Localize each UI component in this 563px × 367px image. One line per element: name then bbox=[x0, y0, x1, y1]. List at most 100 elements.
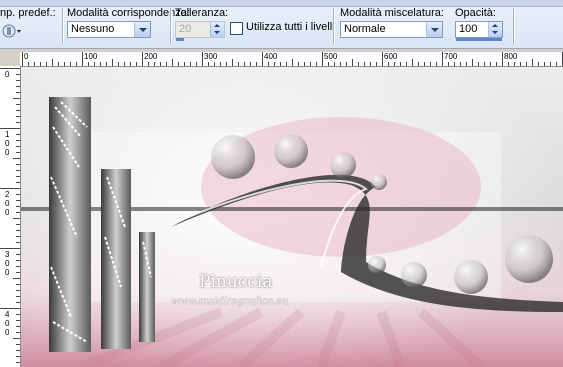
vertical-ruler: 0 100 200 300 400 bbox=[0, 66, 21, 367]
ruler-tick bbox=[466, 62, 467, 66]
ruler-label: 700 bbox=[444, 52, 458, 61]
ruler-label: 200 bbox=[5, 190, 10, 217]
tolerance-slider-indicator[interactable] bbox=[176, 38, 184, 41]
ruler-tick bbox=[166, 62, 167, 66]
ruler-tick bbox=[16, 182, 20, 183]
ruler-tick bbox=[154, 62, 155, 66]
ruler-tick bbox=[16, 266, 20, 267]
opacity-value: 100 bbox=[459, 23, 478, 35]
chevron-down-icon[interactable] bbox=[426, 22, 442, 37]
ruler-label: 100 bbox=[5, 130, 10, 157]
ruler-label: 0 bbox=[24, 52, 29, 61]
ruler-tick bbox=[316, 62, 317, 66]
ruler-tick bbox=[532, 59, 533, 66]
tolerance-value: 20 bbox=[179, 23, 192, 35]
ruler-tick bbox=[514, 62, 515, 66]
ruler-tick bbox=[148, 62, 149, 66]
ruler-tick bbox=[94, 62, 95, 66]
ruler-tick bbox=[490, 62, 491, 66]
ruler-tick bbox=[16, 206, 20, 207]
ruler-tick bbox=[190, 62, 191, 66]
ruler-label: 500 bbox=[324, 52, 338, 61]
ruler-tick bbox=[382, 52, 383, 66]
ruler-tick bbox=[16, 314, 20, 315]
spinner-arrows-icon[interactable] bbox=[488, 22, 502, 37]
ruler-tick bbox=[280, 62, 281, 66]
ruler-tick bbox=[184, 62, 185, 66]
opacity-slider-indicator[interactable] bbox=[456, 38, 502, 41]
ruler-tick bbox=[358, 62, 359, 66]
ruler-tick bbox=[16, 350, 20, 351]
ruler-tick bbox=[16, 230, 20, 231]
ruler-tick bbox=[13, 218, 20, 219]
ruler-tick bbox=[16, 122, 20, 123]
ruler-tick bbox=[34, 62, 35, 66]
ruler-label: 800 bbox=[504, 52, 518, 61]
ruler-tick bbox=[352, 59, 353, 66]
ruler-tick bbox=[16, 80, 20, 81]
ruler-tick bbox=[16, 236, 20, 237]
ruler-tick bbox=[430, 62, 431, 66]
ruler-tick bbox=[502, 52, 503, 66]
ruler-tick bbox=[16, 344, 20, 345]
image-canvas[interactable]: Pinuccia www.maidiregrafica.eu bbox=[21, 67, 563, 367]
ruler-tick bbox=[16, 200, 20, 201]
ruler-tick bbox=[16, 152, 20, 153]
tolerance-spinner[interactable]: 20 bbox=[175, 21, 225, 38]
preset-label: np. predef.: bbox=[0, 7, 56, 19]
ruler-tick bbox=[496, 62, 497, 66]
ruler-tick bbox=[16, 104, 20, 105]
ruler-tick bbox=[76, 62, 77, 66]
ruler-tick bbox=[124, 62, 125, 66]
ruler-tick bbox=[16, 224, 20, 225]
ruler-tick bbox=[304, 62, 305, 66]
ruler-tick bbox=[232, 59, 233, 66]
ruler-tick bbox=[322, 52, 323, 66]
ruler-tick bbox=[16, 170, 20, 171]
ruler-tick bbox=[334, 62, 335, 66]
ruler-tick bbox=[388, 62, 389, 66]
toolbar-top-strip bbox=[0, 0, 563, 7]
ruler-tick bbox=[226, 62, 227, 66]
chevron-down-icon[interactable] bbox=[134, 22, 150, 37]
spinner-arrows-icon[interactable] bbox=[210, 22, 224, 37]
ruler-tick bbox=[16, 134, 20, 135]
ruler-tick bbox=[214, 62, 215, 66]
ruler-tick bbox=[196, 62, 197, 66]
ruler-tick bbox=[16, 140, 20, 141]
ruler-tick bbox=[238, 62, 239, 66]
ruler-tick bbox=[400, 62, 401, 66]
ruler-tick bbox=[16, 332, 20, 333]
ruler-tick bbox=[16, 92, 20, 93]
ruler-tick bbox=[112, 59, 113, 66]
ruler-tick bbox=[130, 62, 131, 66]
ruler-label: 300 bbox=[204, 52, 218, 61]
ruler-tick bbox=[16, 356, 20, 357]
ruler-corner bbox=[0, 52, 20, 66]
all-layers-checkbox[interactable] bbox=[230, 22, 243, 35]
ruler-tick bbox=[454, 62, 455, 66]
all-layers-label: Utilizza tutti i livelli bbox=[246, 21, 335, 33]
ruler-tick bbox=[550, 62, 551, 66]
ruler-tick bbox=[16, 362, 20, 363]
ruler-tick bbox=[556, 62, 557, 66]
ruler-tick bbox=[106, 62, 107, 66]
ruler-tick bbox=[16, 194, 20, 195]
opacity-spinner[interactable]: 100 bbox=[455, 21, 503, 38]
ruler-label: 200 bbox=[144, 52, 158, 61]
ruler-tick bbox=[424, 62, 425, 66]
ruler-tick bbox=[16, 146, 20, 147]
match-mode-select[interactable]: Nessuno bbox=[67, 21, 151, 38]
ruler-tick bbox=[220, 62, 221, 66]
tool-options-bar: np. predef.: Modalità corrispondenza: Ne… bbox=[0, 0, 563, 49]
preset-button[interactable] bbox=[1, 22, 23, 40]
blend-mode-select[interactable]: Normale bbox=[340, 21, 443, 38]
match-mode-value: Nessuno bbox=[71, 23, 115, 35]
ruler-tick bbox=[22, 52, 23, 66]
ruler-tick bbox=[172, 59, 173, 66]
ruler-tick bbox=[58, 62, 59, 66]
ruler-tick bbox=[16, 260, 20, 261]
ruler-tick bbox=[286, 62, 287, 66]
ruler-label: 400 bbox=[5, 310, 10, 337]
ruler-tick bbox=[442, 52, 443, 66]
